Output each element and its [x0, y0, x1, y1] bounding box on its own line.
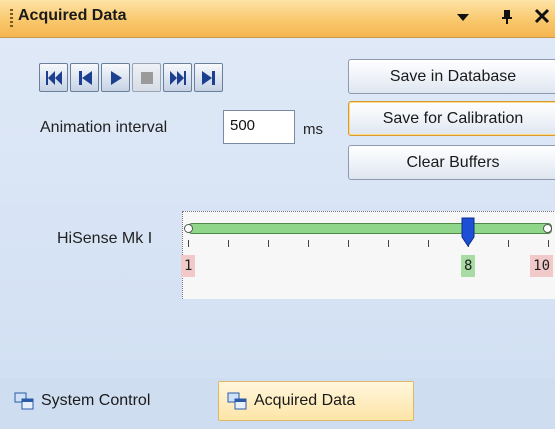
dropdown-arrow-icon[interactable]: [456, 9, 470, 29]
save-for-calibration-button[interactable]: Save for Calibration: [348, 101, 555, 136]
slider-max-endcap: [543, 224, 552, 233]
tab-system-control[interactable]: System Control: [6, 381, 206, 421]
slider-tick: [388, 240, 389, 247]
close-icon[interactable]: [534, 7, 550, 30]
panel-title: Acquired Data: [18, 7, 127, 24]
skip-to-first-icon: [45, 70, 62, 85]
skip-to-last-icon: [201, 70, 215, 85]
step-forward-icon: [169, 70, 186, 85]
slider-value-label: 8: [461, 255, 476, 277]
play-icon: [110, 70, 122, 85]
panel-titlebar: Acquired Data: [0, 0, 555, 38]
pin-icon[interactable]: [500, 9, 514, 30]
slider-tick: [308, 240, 309, 247]
slider-tick: [548, 240, 549, 247]
save-in-database-button[interactable]: Save in Database: [348, 59, 555, 94]
animation-interval-input[interactable]: 500: [223, 110, 295, 144]
animation-interval-label: Animation interval: [40, 119, 168, 136]
last-frame-button[interactable]: [194, 63, 223, 92]
tab-acquired-data[interactable]: Acquired Data: [218, 381, 414, 421]
slider-track[interactable]: [188, 223, 552, 234]
sensor-label: HiSense Mk I: [57, 230, 153, 247]
tab-system-control-label: System Control: [41, 392, 151, 409]
slider-tick: [268, 240, 269, 247]
slider-max-label: 10: [530, 255, 553, 277]
slider-thumb[interactable]: [461, 217, 475, 247]
slider-tick: [188, 240, 189, 247]
previous-frame-button[interactable]: [70, 63, 99, 92]
slider-min-endcap: [184, 224, 193, 233]
slider-tick: [348, 240, 349, 247]
tab-acquired-data-label: Acquired Data: [254, 392, 356, 409]
step-back-icon: [78, 70, 92, 85]
stop-button[interactable]: [132, 63, 161, 92]
slider-tick: [228, 240, 229, 247]
play-button[interactable]: [101, 63, 130, 92]
window-icon: [227, 392, 247, 410]
first-frame-button[interactable]: [39, 63, 68, 92]
stop-icon: [140, 71, 153, 84]
slider-tick: [508, 240, 509, 247]
window-icon: [14, 392, 34, 410]
slider-min-label: 1: [181, 255, 196, 277]
drag-grip[interactable]: [10, 9, 13, 29]
slider-tick: [428, 240, 429, 247]
animation-interval-unit: ms: [303, 121, 323, 138]
next-frame-button[interactable]: [163, 63, 192, 92]
clear-buffers-button[interactable]: Clear Buffers: [348, 145, 555, 180]
